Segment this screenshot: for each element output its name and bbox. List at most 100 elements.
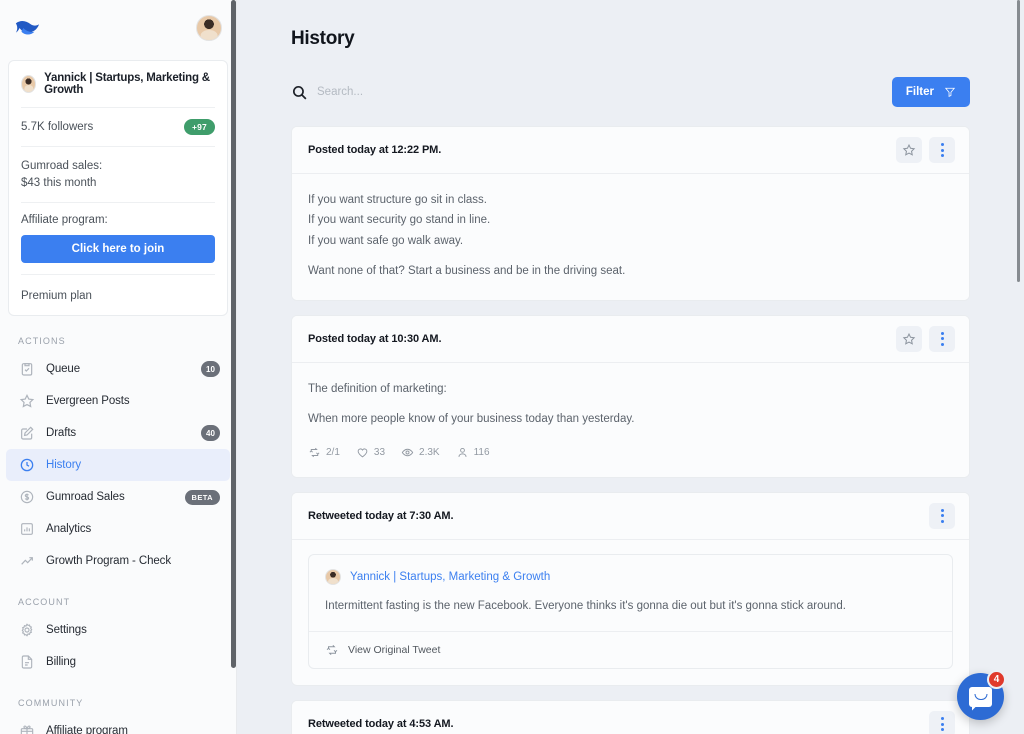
post-line: Want none of that? Start a business and … <box>308 265 626 278</box>
card-body: The definition of marketing: When more p… <box>292 362 969 477</box>
profile-name-row[interactable]: Yannick | Startups, Marketing & Growth <box>9 61 227 107</box>
gumroad-beta-badge: BETA <box>184 489 220 505</box>
intercom-chat-button[interactable]: 4 <box>957 670 1006 720</box>
followers-growth-badge: +97 <box>183 119 215 135</box>
card-more-menu-button[interactable] <box>929 137 955 163</box>
user-avatar[interactable] <box>196 15 222 41</box>
sidebar-scrollbar[interactable] <box>231 0 236 668</box>
sidebar-item-label: Drafts <box>46 427 77 440</box>
sidebar-item-queue[interactable]: Queue 10 <box>6 353 230 385</box>
gumroad-sales-row: Gumroad sales: $43 this month <box>9 147 227 202</box>
gift-icon <box>18 723 35 734</box>
sidebar-item-label: History <box>46 459 82 472</box>
card-more-menu-button[interactable] <box>929 502 955 529</box>
more-vertical-icon <box>940 508 944 523</box>
drafts-count-badge: 40 <box>201 425 220 442</box>
sidebar-item-label: Analytics <box>46 523 92 536</box>
gumroad-sales-label: Gumroad sales: <box>21 160 103 172</box>
card-actions <box>929 502 955 529</box>
post-blank-line <box>308 399 953 409</box>
intercom-unread-badge: 4 <box>987 670 1006 689</box>
retweet-author-name[interactable]: Yannick | Startups, Marketing & Growth <box>350 571 550 583</box>
more-vertical-icon <box>940 717 944 732</box>
affiliate-label: Affiliate program: <box>21 214 108 227</box>
profile-card: Yannick | Startups, Marketing & Growth 5… <box>8 60 228 317</box>
metric-profile-clicks: 116 <box>456 446 490 459</box>
sidebar-item-analytics[interactable]: Analytics <box>6 513 230 545</box>
retweet-author-avatar <box>325 568 341 585</box>
search-input[interactable] <box>317 86 617 98</box>
gear-icon <box>18 622 35 639</box>
main-scrollbar[interactable] <box>1017 0 1020 282</box>
post-blank-line <box>308 251 953 261</box>
profile-avatar <box>21 75 37 93</box>
sidebar-header <box>0 0 236 56</box>
favorite-star-button[interactable] <box>896 137 922 163</box>
edit-square-icon <box>18 425 35 442</box>
post-text: If you want structure go sit in class. I… <box>308 190 953 282</box>
card-header: Retweeted today at 4:53 AM. <box>292 701 969 734</box>
sidebar-item-gumroad-sales[interactable]: Gumroad Sales BETA <box>6 481 230 513</box>
main-content: History Filter <box>237 0 1024 734</box>
view-original-tweet-link[interactable]: View Original Tweet <box>309 631 952 668</box>
eye-icon <box>401 446 414 459</box>
filter-button[interactable]: Filter <box>891 77 970 107</box>
section-label-actions: ACTIONS <box>18 336 66 347</box>
document-icon <box>18 654 35 671</box>
followers-row: 5.7K followers +97 <box>9 108 227 146</box>
sidebar-item-label: Growth Program - Check <box>46 555 171 568</box>
sidebar-item-label: Evergreen Posts <box>46 395 130 408</box>
plan-label: Premium plan <box>21 290 92 303</box>
sidebar-item-label: Settings <box>46 624 87 637</box>
retweet-icon <box>325 643 339 657</box>
more-vertical-icon <box>940 331 944 346</box>
sidebar-item-settings[interactable]: Settings <box>6 614 230 646</box>
card-actions <box>929 711 955 734</box>
more-vertical-icon <box>940 143 944 157</box>
search-box[interactable] <box>291 84 892 101</box>
history-card: Posted today at 12:22 PM. If you want st… <box>291 126 970 301</box>
clock-icon <box>18 457 35 474</box>
sidebar-item-label: Gumroad Sales <box>46 491 125 504</box>
post-line: When more people know of your business t… <box>308 413 635 426</box>
post-text: The definition of marketing: When more p… <box>308 379 953 430</box>
sidebar-item-history[interactable]: History <box>6 449 230 482</box>
filter-funnel-icon <box>944 86 956 98</box>
engagement-metrics: 2/1 33 2.3K 116 <box>308 446 953 459</box>
post-line: If you want structure go sit in class. <box>308 194 487 206</box>
history-card: Posted today at 10:30 AM. The definition… <box>291 314 970 478</box>
metric-value: 33 <box>373 446 386 458</box>
sidebar: Yannick | Startups, Marketing & Growth 5… <box>0 0 237 734</box>
card-more-menu-button[interactable] <box>929 711 955 734</box>
bird-logo-icon <box>15 20 40 35</box>
history-card: Retweeted today at 4:53 AM. Yannick | St… <box>291 700 970 734</box>
metric-impressions: 2.3K <box>401 446 440 459</box>
metric-value: 116 <box>473 446 490 458</box>
post-line: If you want safe go walk away. <box>308 234 464 247</box>
affiliate-row: Affiliate program: Click here to join <box>9 203 227 274</box>
sidebar-item-evergreen-posts[interactable]: Evergreen Posts <box>6 385 230 417</box>
star-icon <box>902 143 916 157</box>
bar-chart-icon <box>18 521 35 538</box>
heart-icon <box>356 446 369 459</box>
retweet-quote-box: Yannick | Startups, Marketing & Growth I… <box>308 553 953 670</box>
retweet-author-row[interactable]: Yannick | Startups, Marketing & Growth <box>309 555 952 585</box>
sidebar-item-drafts[interactable]: Drafts 40 <box>6 417 230 449</box>
section-label-account: ACCOUNT <box>18 597 71 608</box>
sidebar-item-affiliate-program[interactable]: Affiliate program <box>6 715 230 734</box>
card-more-menu-button[interactable] <box>929 325 955 352</box>
card-timestamp: Posted today at 12:22 PM. <box>308 144 442 156</box>
queue-count-badge: 10 <box>201 361 220 378</box>
affiliate-join-button[interactable]: Click here to join <box>21 235 215 264</box>
sidebar-item-growth-program[interactable]: Growth Program - Check <box>6 545 230 577</box>
hypefury-bird-logo[interactable] <box>12 15 42 41</box>
history-feed: Posted today at 12:22 PM. If you want st… <box>291 126 970 734</box>
metric-value: 2/1 <box>326 446 340 458</box>
post-line: The definition of marketing: <box>308 382 447 395</box>
favorite-star-button[interactable] <box>896 325 922 352</box>
sidebar-item-billing[interactable]: Billing <box>6 646 230 678</box>
card-actions <box>896 325 955 352</box>
dollar-circle-icon <box>18 489 35 506</box>
metric-likes: 33 <box>356 446 385 459</box>
sidebar-item-label: Queue <box>46 363 81 376</box>
